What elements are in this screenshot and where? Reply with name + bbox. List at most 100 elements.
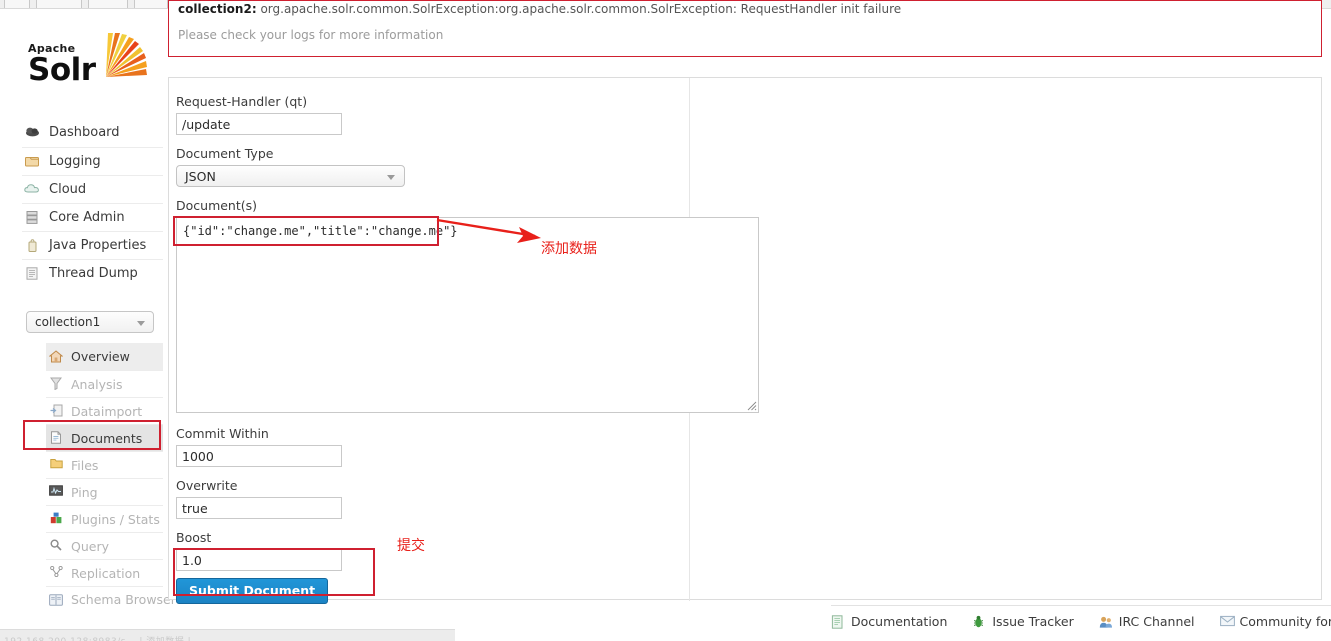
query-icon — [48, 539, 64, 553]
sidebar-item-dashboard[interactable]: Dashboard — [22, 119, 163, 147]
solr-logo[interactable]: Apache Solr — [28, 33, 158, 93]
os-taskbar: 192.168.200.128:8983/s... | 添加数据 | .. — [0, 629, 455, 641]
error-hint: Please check your logs for more informat… — [178, 28, 444, 42]
footer-link-documentation[interactable]: Documentation — [831, 614, 947, 629]
sidebar-item-label: Core Admin — [49, 210, 125, 225]
sidebar-item-label: Java Properties — [49, 238, 147, 253]
sidebar-item-plugins-stats[interactable]: Plugins / Stats — [46, 505, 163, 532]
ping-icon — [48, 485, 64, 499]
documents-panel: Request-Handler (qt) Document Type JSON … — [168, 77, 1322, 604]
annotation-label-submit: 提交 — [397, 538, 425, 554]
commit-within-input[interactable] — [176, 445, 342, 467]
error-banner: collection2: org.apache.solr.common.Solr… — [168, 0, 1322, 57]
footer: Documentation Issue Tracker IRC Channel — [831, 605, 1331, 639]
overwrite-input[interactable] — [176, 497, 342, 519]
request-handler-input[interactable] — [176, 113, 342, 135]
document-form: Request-Handler (qt) Document Type JSON … — [176, 94, 776, 604]
documents-textarea-wrap — [176, 217, 759, 413]
solr-sunburst-logo — [106, 33, 147, 77]
dashboard-icon — [24, 126, 40, 140]
logging-icon — [24, 155, 40, 169]
sidebar-item-schema-browser[interactable]: Schema Browser — [46, 586, 176, 630]
core-admin-icon — [24, 210, 40, 225]
document-type-value: JSON — [185, 169, 216, 184]
sidebar-item-label: Query — [71, 539, 109, 554]
documents-icon — [48, 431, 64, 445]
boost-input[interactable] — [176, 549, 342, 571]
chevron-down-icon — [137, 321, 145, 326]
sidebar-item-files[interactable]: Files — [46, 451, 163, 478]
sidebar-item-query[interactable]: Query — [46, 532, 163, 559]
boost-label: Boost — [176, 530, 212, 545]
documentation-icon — [831, 614, 845, 629]
mail-icon — [1219, 615, 1235, 629]
footer-link-irc-channel[interactable]: IRC Channel — [1099, 614, 1195, 629]
sidebar-item-label: Plugins / Stats — [71, 512, 160, 527]
sidebar-item-label: Analysis — [71, 377, 123, 392]
sidebar-item-label: Cloud — [49, 182, 87, 197]
core-navigation: Overview Analysis Dataimport Documents F… — [46, 343, 176, 630]
sidebar-item-thread-dump[interactable]: Thread Dump — [22, 259, 163, 287]
footer-link-community-forum[interactable]: Community forum — [1219, 614, 1331, 629]
footer-link-issue-tracker[interactable]: Issue Tracker — [972, 614, 1074, 629]
sidebar-item-overview[interactable]: Overview — [46, 343, 163, 370]
sidebar-item-label: Overview — [71, 349, 130, 364]
logo-solr-text: Solr — [28, 52, 96, 88]
chevron-down-icon — [387, 175, 395, 180]
documents-label: Document(s) — [176, 198, 258, 213]
sidebar-item-label: Logging — [49, 154, 101, 169]
sidebar-item-label: Dashboard — [49, 125, 120, 140]
replication-icon — [48, 565, 64, 580]
footer-links: Documentation Issue Tracker IRC Channel — [831, 614, 1331, 629]
sidebar-item-label: Thread Dump — [49, 266, 138, 281]
sidebar-item-java-properties[interactable]: Java Properties — [22, 231, 163, 259]
commit-within-label: Commit Within — [176, 426, 269, 441]
footer-link-label: Issue Tracker — [992, 614, 1074, 629]
core-selector-dropdown[interactable]: collection1 — [26, 311, 154, 333]
sidebar-item-label: Documents — [71, 431, 143, 446]
sidebar-item-documents[interactable]: Documents — [46, 424, 163, 451]
dataimport-icon — [48, 404, 64, 418]
core-selector-value: collection1 — [35, 315, 101, 329]
resize-grip-icon[interactable] — [746, 400, 757, 411]
documents-textarea[interactable] — [177, 218, 758, 412]
solr-wordmark: Apache Solr — [28, 43, 96, 86]
sidebar-item-label: Schema Browser — [71, 592, 176, 607]
error-message-line: collection2: org.apache.solr.common.Solr… — [178, 2, 901, 16]
sidebar-item-label: Dataimport — [71, 404, 143, 419]
document-type-select[interactable]: JSON — [176, 165, 405, 187]
document-type-label: Document Type — [176, 146, 274, 161]
sidebar-item-logging[interactable]: Logging — [22, 147, 163, 175]
sidebar-item-ping[interactable]: Ping — [46, 478, 163, 505]
overwrite-label: Overwrite — [176, 478, 238, 493]
sidebar-item-cloud[interactable]: Cloud — [22, 175, 163, 203]
main-navigation: Dashboard Logging Cloud Core Admin Java … — [22, 119, 163, 287]
footer-link-label: IRC Channel — [1118, 614, 1195, 629]
request-handler-label: Request-Handler (qt) — [176, 94, 308, 109]
sidebar-item-core-admin[interactable]: Core Admin — [22, 203, 163, 231]
sidebar-item-label: Files — [71, 458, 99, 473]
submit-document-button[interactable]: Submit Document — [176, 578, 329, 604]
files-icon — [48, 458, 64, 472]
sidebar-item-dataimport[interactable]: Dataimport — [46, 397, 163, 424]
sidebar-item-replication[interactable]: Replication — [46, 559, 163, 586]
sidebar-item-label: Ping — [71, 485, 98, 500]
footer-link-label: Documentation — [851, 614, 948, 629]
taskbar-text: 192.168.200.128:8983/s... | 添加数据 | .. — [4, 634, 201, 641]
main-content: collection2: org.apache.solr.common.Solr… — [163, 0, 1331, 641]
thread-dump-icon — [24, 266, 40, 281]
solr-admin-page: message Apache — [0, 0, 1331, 641]
bug-icon — [972, 615, 986, 629]
annotation-label-add-data: 添加数据 — [541, 241, 597, 257]
analysis-icon — [48, 377, 64, 391]
java-properties-icon — [24, 238, 40, 253]
error-core-name: collection2: — [178, 2, 257, 16]
schema-browser-icon — [48, 594, 64, 608]
people-icon — [1099, 615, 1113, 629]
plugins-stats-icon — [48, 512, 64, 526]
sidebar-item-analysis[interactable]: Analysis — [46, 370, 163, 397]
sidebar: Apache Solr Dashboard Logging Cloud Core… — [0, 9, 176, 641]
cloud-icon — [24, 183, 40, 197]
sidebar-item-label: Replication — [71, 566, 141, 581]
footer-link-label: Community forum — [1239, 614, 1331, 629]
